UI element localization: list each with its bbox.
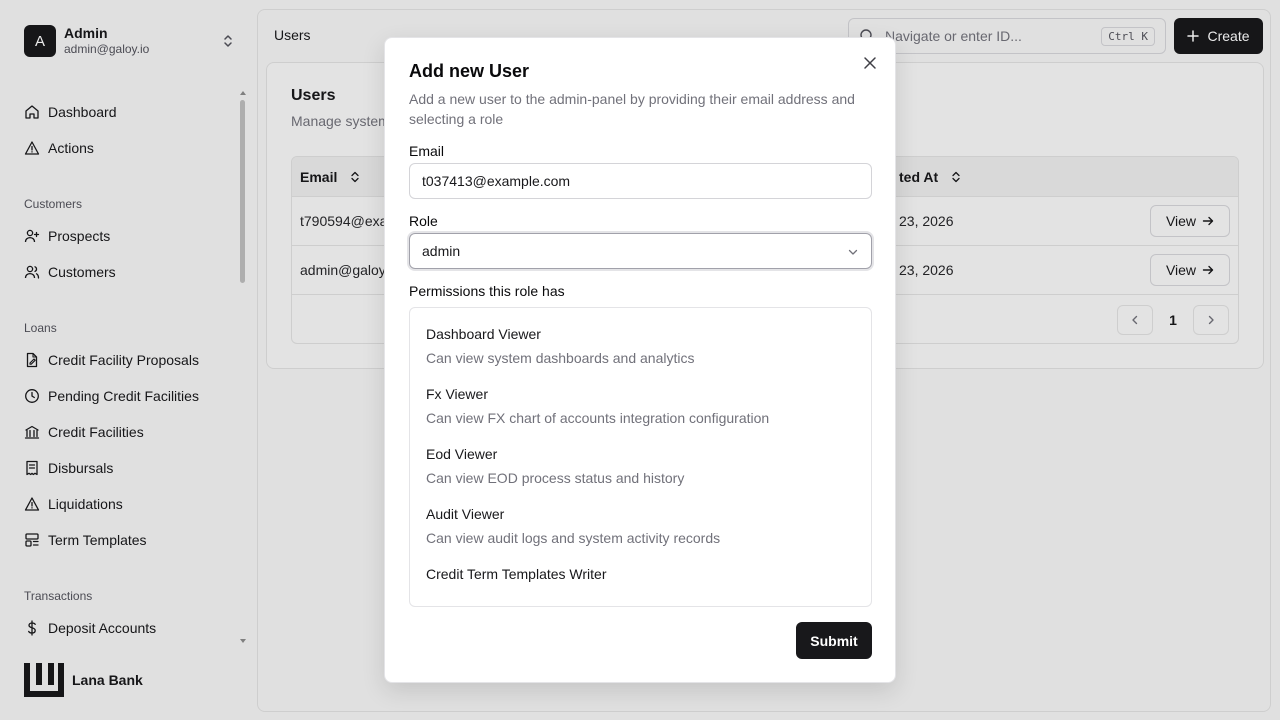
permission-item: Fx Viewer Can view FX chart of accounts … bbox=[426, 384, 769, 428]
permission-item: Eod Viewer Can view EOD process status a… bbox=[426, 444, 684, 488]
close-icon[interactable] bbox=[863, 56, 877, 70]
email-label: Email bbox=[409, 143, 445, 159]
email-value: t037413@example.com bbox=[422, 173, 571, 189]
permission-name: Eod Viewer bbox=[426, 446, 498, 462]
permission-name: Credit Term Templates Writer bbox=[426, 566, 607, 582]
dialog-title: Add new User bbox=[409, 61, 530, 81]
add-user-dialog: Add new User Add a new user to the admin… bbox=[384, 37, 896, 683]
permission-description: Can view system dashboards and analytics bbox=[426, 350, 695, 366]
role-value: admin bbox=[422, 243, 461, 259]
email-field[interactable]: t037413@example.com bbox=[409, 163, 872, 199]
role-label: Role bbox=[409, 213, 438, 229]
permission-description: Can view audit logs and system activity … bbox=[426, 530, 721, 546]
permission-name: Fx Viewer bbox=[426, 386, 488, 402]
permission-name: Audit Viewer bbox=[426, 506, 505, 522]
submit-button[interactable]: Submit bbox=[796, 622, 872, 659]
permissions-list[interactable]: Dashboard Viewer Can view system dashboa… bbox=[409, 307, 872, 607]
permission-item: Dashboard Viewer Can view system dashboa… bbox=[426, 324, 694, 368]
permission-name: Dashboard Viewer bbox=[426, 326, 541, 342]
permission-item: Credit Term Templates Writer bbox=[426, 564, 607, 584]
permissions-label: Permissions this role has bbox=[409, 283, 565, 299]
permission-description: Can view EOD process status and history bbox=[426, 470, 685, 486]
chevron-down-icon bbox=[848, 249, 858, 255]
permission-item: Audit Viewer Can view audit logs and sys… bbox=[426, 504, 720, 548]
permission-description: Can view FX chart of accounts integratio… bbox=[426, 410, 770, 426]
role-select[interactable]: admin bbox=[409, 233, 872, 269]
dialog-description: Add a new user to the admin-panel by pro… bbox=[409, 91, 855, 127]
